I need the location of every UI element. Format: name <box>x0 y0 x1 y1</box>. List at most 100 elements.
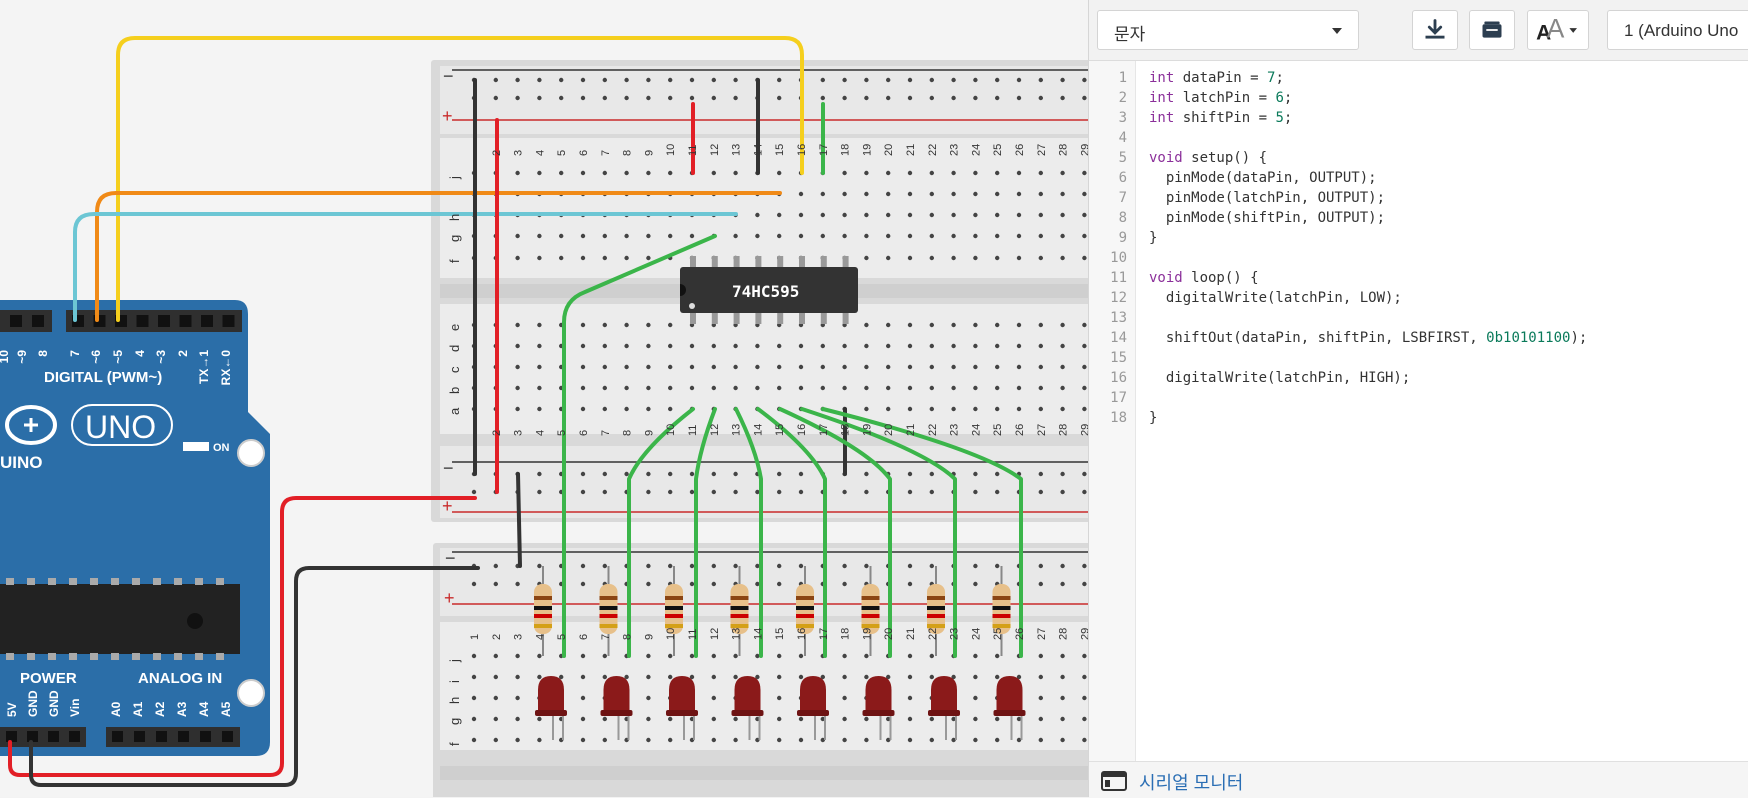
column-number: 23 <box>949 144 961 156</box>
breadboard-hole <box>929 471 934 477</box>
breadboard-hole <box>907 212 913 218</box>
resistor-band <box>665 614 683 618</box>
circuit-canvas[interactable]: − + − + j h g f e d c b a 2 2 3 3 4 4 5 5 6 6 7 7 8 8 9 9 10 10 11 11 12 1… <box>0 0 1088 797</box>
breadboard-hole <box>886 406 891 412</box>
line-number: 11 <box>1110 270 1127 286</box>
breadboard-hole <box>602 471 607 477</box>
breadboard-hole <box>777 364 782 370</box>
breadboard-hole <box>907 255 913 261</box>
device-select-dropdown[interactable]: 1 (Arduino Uno <box>1607 10 1748 50</box>
code-editor[interactable]: 1 2 3 4 5 6 7 8 9 10 11 12 13 14 15 16 17 18 int dataPin … <box>1089 61 1748 761</box>
breadboard-hole <box>515 343 520 349</box>
breadboard-hole <box>973 695 978 701</box>
breadboard-hole <box>537 343 542 349</box>
breadboard-hole <box>537 322 542 328</box>
row-letter: f <box>447 742 462 746</box>
breadboard-hole <box>973 191 978 197</box>
analog-header-label: ANALOG IN <box>138 670 222 687</box>
breadboard-hole <box>711 716 716 722</box>
serial-monitor-bar[interactable]: 시리얼 모니터 <box>1089 761 1748 798</box>
code-mode-dropdown[interactable]: 문자 <box>1097 10 1359 50</box>
breadboard-hole <box>842 191 847 197</box>
code-mode-label: 문자 <box>1114 25 1146 44</box>
column-number: 17 <box>818 424 830 436</box>
code-line[interactable]: pinMode(latchPin, OUTPUT); <box>1149 188 1385 208</box>
header-pin <box>158 315 170 327</box>
column-number: 24 <box>970 628 982 640</box>
breadboard-hole <box>559 95 564 101</box>
code-line[interactable]: int dataPin = 7; <box>1149 68 1284 88</box>
breadboard-hole <box>864 737 869 743</box>
rail-plus-label: + <box>442 106 453 126</box>
breadboard-hole <box>842 695 847 701</box>
resistor-band <box>796 624 814 628</box>
breadboard-hole <box>1060 255 1065 261</box>
code-line[interactable]: void setup() { <box>1149 148 1267 168</box>
breadboard-hole <box>515 695 520 701</box>
serial-monitor-label[interactable]: 시리얼 모니터 <box>1139 769 1243 795</box>
breadboard-hole <box>907 716 913 722</box>
breadboard-hole <box>842 77 847 83</box>
column-number: 6 <box>578 430 590 436</box>
code-line[interactable]: shiftOut(dataPin, shiftPin, LSBFIRST, 0b… <box>1149 328 1587 348</box>
code-line[interactable]: } <box>1149 408 1157 428</box>
breadboard-hole <box>820 343 825 349</box>
breadboard-hole <box>668 674 673 680</box>
breadboard-hole <box>907 170 913 176</box>
breadboard-hole <box>493 95 498 101</box>
code-line[interactable]: pinMode(dataPin, OUTPUT); <box>1149 168 1377 188</box>
breadboard-hole <box>907 674 913 680</box>
circuit-drawing[interactable]: −+−+jhgfedcba223344556677889910101111121… <box>0 0 1088 797</box>
breadboard-hole <box>624 471 629 477</box>
breadboard-hole <box>755 653 760 659</box>
breadboard-hole <box>820 212 825 218</box>
code-line[interactable]: } <box>1149 228 1157 248</box>
column-number: 29 <box>1079 628 1088 640</box>
resistor-band <box>992 624 1011 628</box>
code-line[interactable]: void loop() { <box>1149 268 1259 288</box>
breadboard-hole <box>777 385 782 391</box>
breadboard-hole <box>733 95 738 101</box>
breadboard-hole <box>537 77 542 83</box>
breadboard-hole <box>537 385 542 391</box>
code-line[interactable]: int shiftPin = 5; <box>1149 108 1292 128</box>
breadboard-hole <box>886 255 891 261</box>
download-button[interactable] <box>1412 10 1458 50</box>
font-size-button[interactable]: A A <box>1527 10 1589 50</box>
header-pin <box>112 731 123 742</box>
breadboard-hole <box>1038 653 1044 659</box>
breadboard-hole <box>951 233 956 239</box>
code-line[interactable]: pinMode(shiftPin, OUTPUT); <box>1149 208 1385 228</box>
wire-black-rail[interactable] <box>516 472 522 568</box>
code-line[interactable]: digitalWrite(latchPin, HIGH); <box>1149 368 1410 388</box>
breadboard-hole <box>624 233 629 239</box>
breadboard-hole <box>864 255 869 261</box>
resistor-band <box>730 596 749 600</box>
led-rim <box>666 710 698 716</box>
breadboard-hole <box>1038 343 1044 349</box>
column-number: 29 <box>1079 144 1088 156</box>
breadboard-hole <box>929 674 934 680</box>
breadboard-hole <box>777 471 782 477</box>
breadboard-hole <box>907 77 913 83</box>
breadboard-hole <box>711 581 716 587</box>
line-number: 4 <box>1118 130 1127 146</box>
column-number: 23 <box>949 424 961 436</box>
analog-pin-label: A0 <box>109 701 123 717</box>
breadboard-hole <box>929 233 934 239</box>
breadboard-hole <box>711 653 716 659</box>
breadboard-hole <box>798 343 804 349</box>
library-button[interactable] <box>1469 10 1515 50</box>
rail-plus-label: + <box>442 496 453 516</box>
breadboard-hole <box>493 674 498 680</box>
breadboard-hole <box>1060 653 1065 659</box>
code-line[interactable]: int latchPin = 6; <box>1149 88 1292 108</box>
column-number: 23 <box>949 628 961 640</box>
column-number: 18 <box>840 144 852 156</box>
chip-pin <box>69 578 77 585</box>
arduino-pin-label: TX→1 <box>197 350 211 384</box>
breadboard-hole <box>602 322 607 328</box>
breadboard-hole <box>602 95 607 101</box>
code-line[interactable]: digitalWrite(latchPin, LOW); <box>1149 288 1402 308</box>
breadboard-hole <box>995 489 1000 495</box>
